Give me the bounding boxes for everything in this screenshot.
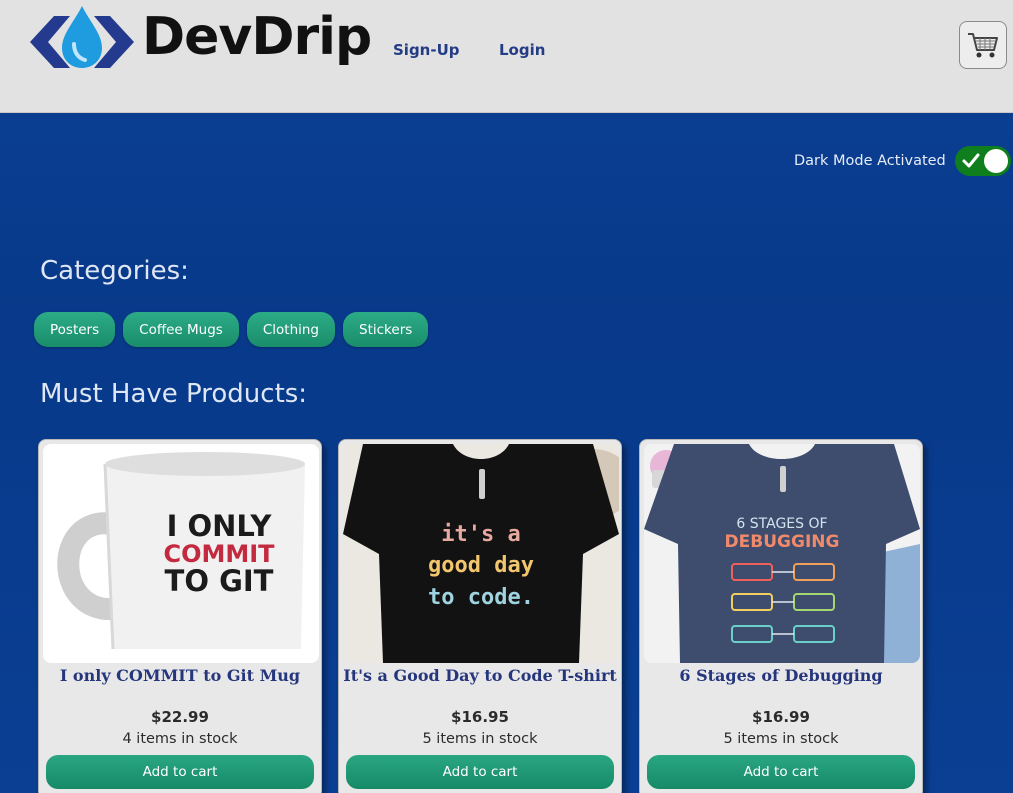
product-image-mug[interactable]: I ONLY COMMIT TO GIT [43, 444, 319, 663]
debug-text-line-2: DEBUGGING [725, 532, 840, 552]
category-list: Posters Coffee Mugs Clothing Stickers [34, 312, 429, 347]
add-to-cart-button[interactable]: Add to cart [346, 755, 614, 789]
dark-mode-label: Dark Mode Activated [794, 153, 946, 169]
product-stock: 5 items in stock [422, 731, 538, 747]
dark-mode-control: Dark Mode Activated [794, 146, 1011, 176]
product-card: I ONLY COMMIT TO GIT I only COMMIT to Gi… [38, 439, 322, 793]
mug-text-line-3: TO GIT [165, 564, 274, 598]
brand-name: DevDrip [142, 7, 372, 67]
product-image-debugging-shirt[interactable]: 6 STAGES OF DEBUGGING [644, 444, 920, 663]
check-icon [962, 153, 980, 168]
product-name[interactable]: I only COMMIT to Git Mug [39, 666, 321, 685]
category-coffee-mugs-button[interactable]: Coffee Mugs [123, 312, 239, 347]
shopping-cart-icon [968, 33, 998, 58]
product-stock: 5 items in stock [723, 731, 839, 747]
brand-logo[interactable]: DevDrip [30, 4, 372, 70]
product-stock: 4 items in stock [122, 731, 238, 747]
product-card: it's a good day to code. It's a Good Day… [338, 439, 622, 793]
category-posters-button[interactable]: Posters [34, 312, 116, 347]
products-heading: Must Have Products: [40, 379, 308, 409]
category-clothing-button[interactable]: Clothing [246, 312, 336, 347]
add-to-cart-button[interactable]: Add to cart [647, 755, 915, 789]
add-to-cart-button[interactable]: Add to cart [46, 755, 314, 789]
product-name[interactable]: It's a Good Day to Code T-shirt [339, 666, 621, 685]
nav-login-link[interactable]: Login [499, 41, 545, 59]
product-name[interactable]: 6 Stages of Debugging [640, 666, 922, 685]
categories-heading: Categories: [40, 256, 189, 286]
nav-signup-link[interactable]: Sign-Up [393, 41, 460, 59]
shirt-text-line-3: to code. [428, 585, 534, 610]
product-price: $16.95 [451, 708, 509, 726]
product-price: $16.99 [752, 708, 810, 726]
drop-logo-icon [30, 6, 134, 68]
site-header: DevDrip Sign-Up Login [0, 0, 1013, 113]
product-card: 6 STAGES OF DEBUGGING 6 Stages of Debugg… [639, 439, 923, 793]
shirt-text-line-2: good day [428, 553, 534, 578]
mug-text-line-1: I ONLY [167, 509, 273, 543]
category-stickers-button[interactable]: Stickers [343, 312, 429, 347]
debug-text-line-1: 6 STAGES OF [736, 516, 827, 532]
product-price: $22.99 [151, 708, 209, 726]
toggle-knob [983, 149, 1008, 173]
shirt-text-line-1: it's a [441, 522, 520, 547]
cart-button[interactable] [959, 21, 1007, 69]
product-image-good-day-shirt[interactable]: it's a good day to code. [343, 444, 619, 663]
dark-mode-toggle[interactable] [954, 146, 1011, 176]
